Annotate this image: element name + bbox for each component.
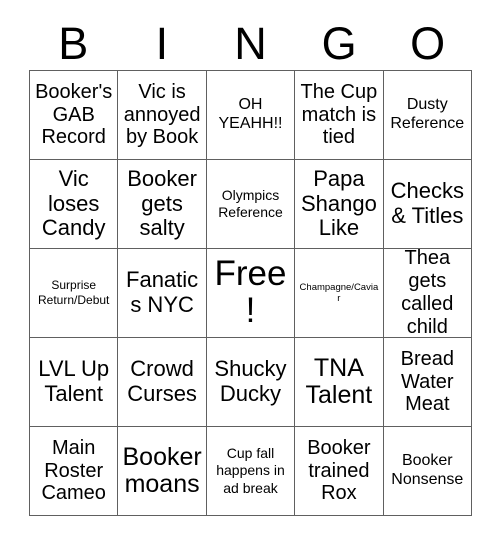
bingo-cell[interactable]: Booker Nonsense: [383, 427, 472, 516]
bingo-grid: Booker's GAB Record Vic is annoyed by Boo…: [29, 70, 472, 516]
bingo-cell[interactable]: The Cup match is tied: [295, 71, 384, 160]
bingo-header-letter-b: B: [58, 17, 89, 69]
bingo-cell-label: Booker's GAB Record: [35, 80, 113, 149]
bingo-cell-label: Dusty Reference: [390, 96, 465, 132]
bingo-cell[interactable]: Booker gets salty: [118, 160, 207, 249]
bingo-header-letter-o: O: [410, 17, 446, 69]
bingo-cell[interactable]: Fanatics NYC: [118, 249, 207, 338]
bingo-cell[interactable]: Papa Shango Like: [295, 160, 384, 249]
bingo-cell[interactable]: Shucky Ducky: [206, 338, 296, 427]
bingo-cell[interactable]: Surprise Return/Debut: [30, 249, 119, 338]
bingo-free-cell[interactable]: Free!: [206, 249, 296, 338]
bingo-cell[interactable]: Booker trained Rox: [295, 427, 384, 516]
bingo-card: B I N G O Booker's GAB Record Vic is anno…: [0, 0, 500, 544]
bingo-cell[interactable]: Crowd Curses: [118, 338, 207, 427]
bingo-header-letter-i: I: [155, 17, 169, 69]
bingo-cell-label: Vic loses Candy: [41, 166, 106, 241]
bingo-cell-label: Booker Nonsense: [391, 452, 464, 488]
bingo-cell[interactable]: Dusty Reference: [383, 71, 472, 160]
bingo-header-letter-n: N: [234, 17, 267, 69]
bingo-cell[interactable]: Bread Water Meat: [383, 338, 472, 427]
bingo-header-letter-g: G: [321, 17, 357, 69]
bingo-cell[interactable]: LVL Up Talent: [30, 338, 119, 427]
bingo-cell-label: Crowd Curses: [127, 356, 197, 406]
bingo-cell-label: Main Roster Cameo: [41, 436, 106, 505]
bingo-cell-label: The Cup match is tied: [300, 80, 378, 149]
bingo-cell-label: Booker moans: [122, 442, 202, 498]
bingo-cell[interactable]: Checks & Titles: [383, 160, 472, 249]
bingo-header-row: B I N G O: [29, 16, 472, 70]
bingo-cell-label: Fanatics NYC: [126, 267, 199, 317]
bingo-cell-label: TNA Talent: [305, 353, 373, 409]
bingo-cell[interactable]: Booker's GAB Record: [30, 71, 119, 160]
bingo-cell-label: Vic is annoyed by Book: [123, 80, 201, 149]
bingo-cell[interactable]: Vic is annoyed by Book: [118, 71, 207, 160]
bingo-cell-label: Checks & Titles: [390, 178, 464, 228]
bingo-cell[interactable]: Champagne/Caviar: [295, 249, 384, 338]
bingo-cell[interactable]: Cup fall happens in ad break: [206, 427, 296, 516]
bingo-cell[interactable]: Olympics Reference: [206, 160, 296, 249]
bingo-cell-label: Surprise Return/Debut: [38, 278, 110, 307]
bingo-cell-label: Olympics Reference: [218, 186, 283, 220]
bingo-cell-label: OH YEAHH!!: [218, 96, 283, 132]
bingo-cell-label: Thea gets called child: [401, 249, 454, 338]
bingo-cell-label: Booker gets salty: [127, 166, 197, 241]
bingo-cell-label: Booker trained Rox: [307, 436, 371, 505]
bingo-cell-label: Papa Shango Like: [300, 166, 377, 241]
bingo-cell-label: LVL Up Talent: [38, 356, 110, 406]
bingo-cell-label: Cup fall happens in ad break: [216, 445, 285, 496]
bingo-cell[interactable]: Thea gets called child: [383, 249, 472, 338]
bingo-cell-label: Shucky Ducky: [214, 356, 287, 406]
bingo-cell-label: Bread Water Meat: [400, 347, 454, 416]
bingo-cell[interactable]: TNA Talent: [295, 338, 384, 427]
bingo-cell[interactable]: Vic loses Candy: [30, 160, 119, 249]
bingo-cell[interactable]: OH YEAHH!!: [206, 71, 296, 160]
bingo-cell[interactable]: Booker moans: [118, 427, 207, 516]
bingo-cell-label: Champagne/Caviar: [299, 281, 379, 304]
bingo-cell-label: Free!: [214, 254, 287, 330]
bingo-cell[interactable]: Main Roster Cameo: [30, 427, 119, 516]
